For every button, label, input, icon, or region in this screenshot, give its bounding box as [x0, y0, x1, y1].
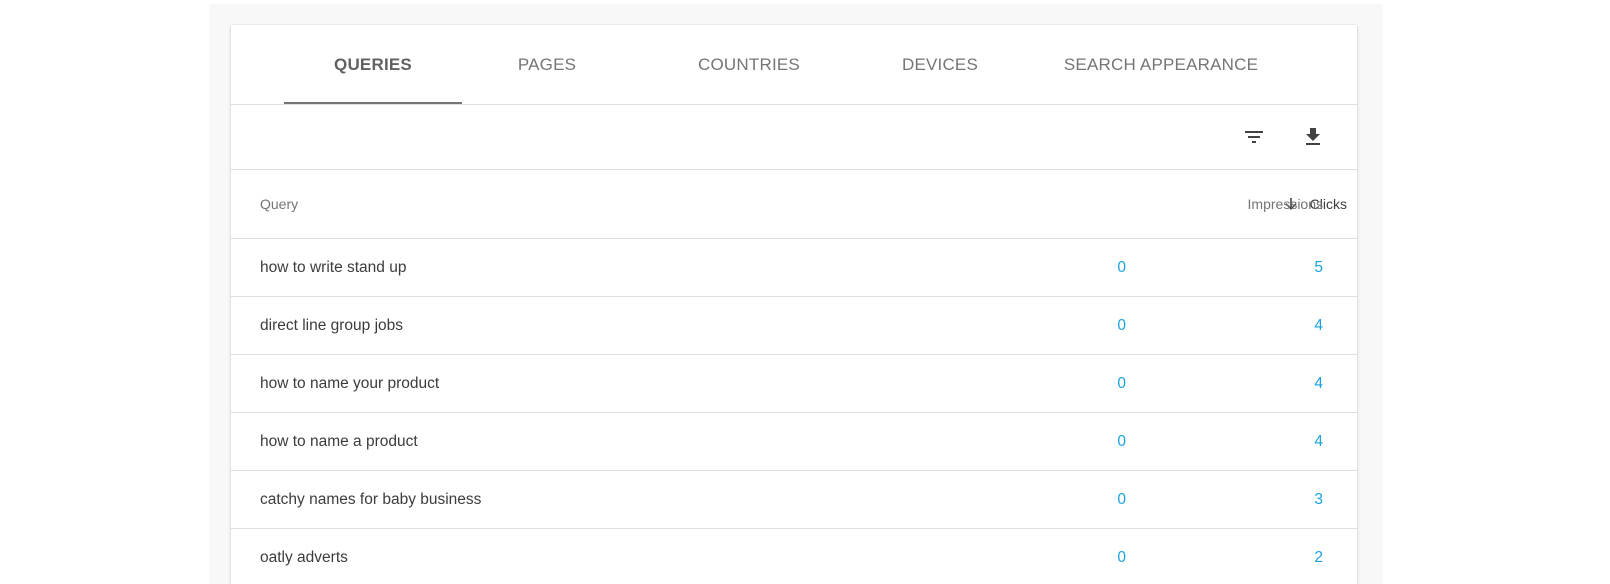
impressions-cell: 2: [1314, 548, 1323, 566]
table-header: Query Clicks Impressions: [231, 170, 1357, 239]
clicks-value: 0: [1117, 432, 1126, 450]
table-toolbar: [231, 105, 1357, 170]
impressions-cell: 5: [1314, 258, 1323, 276]
tab-search-appearance[interactable]: SEARCH APPEARANCE: [1036, 25, 1286, 104]
download-icon: [1306, 128, 1320, 145]
clicks-value: 0: [1117, 258, 1126, 276]
dimension-tabs: QUERIES PAGES COUNTRIES DEVICES SEARCH A…: [231, 25, 1357, 105]
query-cell: direct line group jobs: [260, 316, 404, 334]
table-row[interactable]: how to write stand up 0 5: [231, 239, 1357, 297]
tab-pages[interactable]: PAGES: [468, 25, 626, 104]
impressions-cell: 4: [1314, 432, 1323, 450]
active-tab-indicator: [284, 102, 462, 104]
download-button[interactable]: [1295, 119, 1331, 155]
filter-icon: [1245, 131, 1263, 143]
query-cell: catchy names for baby business: [260, 490, 482, 508]
table-row[interactable]: how to name a product 0 4: [231, 413, 1357, 471]
table-row[interactable]: direct line group jobs 0 4: [231, 297, 1357, 355]
tab-queries[interactable]: QUERIES: [284, 25, 462, 104]
performance-table-card: QUERIES PAGES COUNTRIES DEVICES SEARCH A…: [231, 25, 1357, 584]
column-header-query[interactable]: Query: [260, 170, 298, 238]
table-row[interactable]: catchy names for baby business 0 3: [231, 471, 1357, 529]
impressions-cell: 4: [1314, 374, 1323, 392]
query-cell: oatly adverts: [260, 548, 348, 566]
impressions-cell: 3: [1314, 490, 1323, 508]
clicks-value: 0: [1117, 490, 1126, 508]
clicks-value: 0: [1117, 316, 1126, 334]
clicks-value: 0: [1117, 374, 1126, 392]
filter-button[interactable]: [1236, 119, 1272, 155]
query-cell: how to write stand up: [260, 258, 407, 276]
impressions-cell: 4: [1314, 316, 1323, 334]
tab-devices[interactable]: DEVICES: [855, 25, 1025, 104]
tab-countries[interactable]: COUNTRIES: [649, 25, 849, 104]
table-row[interactable]: how to name your product 0 4: [231, 355, 1357, 413]
query-cell: how to name your product: [260, 374, 440, 392]
column-header-impressions[interactable]: Impressions: [1167, 170, 1323, 238]
query-cell: how to name a product: [260, 432, 418, 450]
table-row[interactable]: oatly adverts 0 2: [231, 529, 1357, 584]
clicks-value: 0: [1117, 548, 1126, 566]
